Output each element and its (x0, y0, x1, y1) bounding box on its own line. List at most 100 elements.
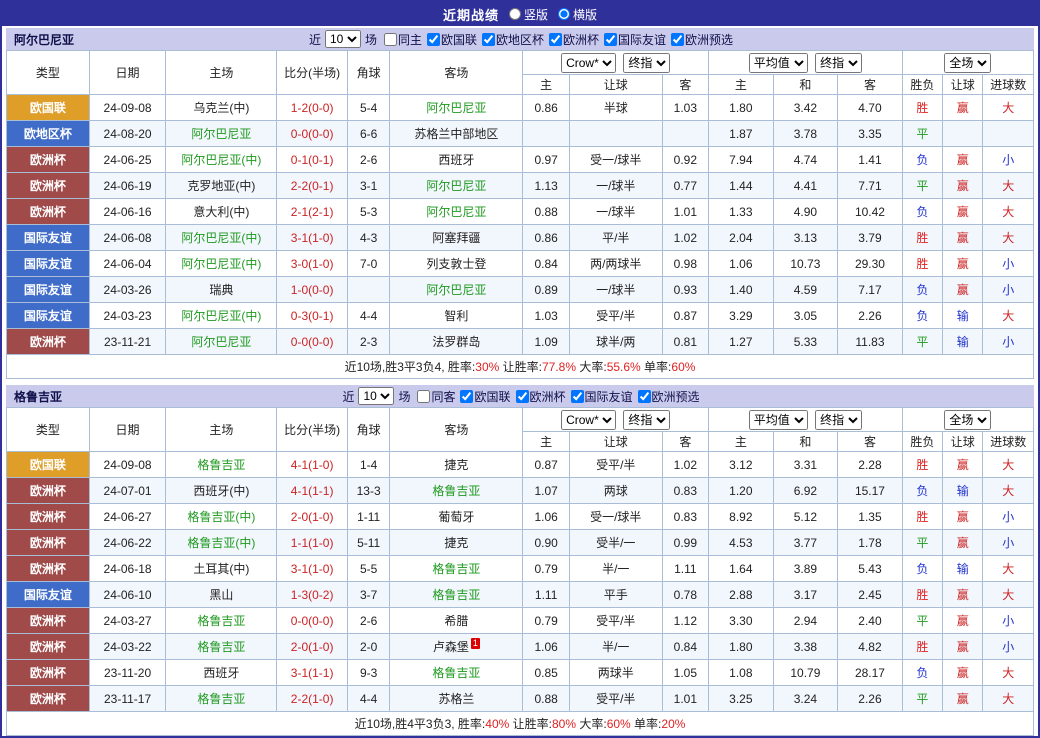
bookmaker-select-cell: Crow* 终指 (523, 51, 709, 75)
result-goals: 小 (983, 634, 1034, 660)
filter-competition-checkbox[interactable] (549, 33, 562, 46)
fulltime-select[interactable]: 全场 (944, 410, 991, 430)
matches-table: 类型 日期 主场 比分(半场) 角球 客场 Crow* 终指 平均值 终指 (6, 407, 1034, 736)
match-date: 24-06-18 (89, 556, 166, 582)
view-option-vertical[interactable]: 竖版 (509, 6, 548, 23)
filter-competition-checkbox[interactable] (516, 390, 529, 403)
odds-handicap (569, 121, 662, 147)
match-date: 24-03-27 (89, 608, 166, 634)
result-wdl: 胜 (902, 225, 942, 251)
competition-badge: 欧洲杯 (7, 147, 90, 173)
filter-competition-checkbox[interactable] (571, 390, 584, 403)
match-date: 24-09-08 (89, 452, 166, 478)
odds-handicap: 半球 (569, 95, 662, 121)
final-index-select-2[interactable]: 终指 (815, 410, 862, 430)
col-avg-home: 主 (709, 75, 774, 95)
odds-home: 0.79 (523, 556, 569, 582)
horizontal-radio[interactable] (558, 8, 570, 20)
col-odds-away: 客 (662, 432, 708, 452)
filter-competition-checkbox[interactable] (482, 33, 495, 46)
match-row: 国际友谊24-06-08阿尔巴尼亚(中)3-1(1-0)4-3阿塞拜疆0.86平… (7, 225, 1034, 251)
odds-home: 0.88 (523, 199, 569, 225)
match-date: 23-11-21 (89, 329, 166, 355)
filter-competition-checkbox[interactable] (604, 33, 617, 46)
summary-segment: 单率: (631, 717, 662, 731)
summary-segment: 近10场,胜3平3负4, 胜率: (345, 360, 476, 374)
competition-badge: 欧洲杯 (7, 329, 90, 355)
match-row: 欧洲杯24-06-18土耳其(中)3-1(1-0)5-5格鲁吉亚0.79半/一1… (7, 556, 1034, 582)
match-row: 欧洲杯23-11-20西班牙3-1(1-1)9-3格鲁吉亚0.85两球半1.05… (7, 660, 1034, 686)
away-team: 法罗群岛 (390, 329, 523, 355)
filter-competition[interactable]: 欧地区杯 (482, 31, 544, 48)
away-team: 捷克 (390, 452, 523, 478)
match-score: 1-3(0-2) (277, 582, 348, 608)
view-option-horizontal[interactable]: 横版 (558, 6, 597, 23)
competition-badge: 欧地区杯 (7, 121, 90, 147)
match-score: 1-0(0-0) (277, 277, 348, 303)
filter-competition[interactable]: 欧洲预选 (671, 31, 733, 48)
odds-handicap: 平手 (569, 582, 662, 608)
filter-competition[interactable]: 欧洲杯 (549, 31, 599, 48)
filter-competition-checkbox[interactable] (427, 33, 440, 46)
result-goals: 大 (983, 556, 1034, 582)
filter-competition[interactable]: 国际友谊 (604, 31, 666, 48)
competition-badge: 欧洲杯 (7, 173, 90, 199)
final-index-select-2[interactable]: 终指 (815, 53, 862, 73)
topbar: 近期战绩 竖版 横版 (2, 2, 1038, 26)
filter-competition[interactable]: 欧国联 (427, 31, 477, 48)
filter-competition[interactable]: 欧洲杯 (516, 388, 566, 405)
recent-count-select[interactable]: 10 (325, 30, 361, 48)
match-date: 24-06-27 (89, 504, 166, 530)
corner-score: 3-1 (347, 173, 389, 199)
odds-away: 0.83 (662, 504, 708, 530)
corner-score: 13-3 (347, 478, 389, 504)
result-wdl: 胜 (902, 251, 942, 277)
result-goals: 大 (983, 95, 1034, 121)
filter-same-venue[interactable]: 同客 (417, 388, 455, 405)
result-handicap: 赢 (943, 504, 983, 530)
filter-competition[interactable]: 国际友谊 (571, 388, 633, 405)
match-row: 欧洲杯23-11-21阿尔巴尼亚0-0(0-0)2-3法罗群岛1.09球半/两0… (7, 329, 1034, 355)
avg-home: 1.64 (709, 556, 774, 582)
filter-competition[interactable]: 欧国联 (460, 388, 510, 405)
match-score: 2-0(1-0) (277, 634, 348, 660)
away-team: 葡萄牙 (390, 504, 523, 530)
fulltime-select[interactable]: 全场 (944, 53, 991, 73)
home-team: 西班牙 (166, 660, 277, 686)
filter-competition-checkbox[interactable] (671, 33, 684, 46)
odds-away: 0.77 (662, 173, 708, 199)
filter-same-venue-label: 同客 (431, 388, 455, 405)
filter-competition-checkbox[interactable] (460, 390, 473, 403)
avg-draw: 3.78 (773, 121, 838, 147)
avg-away: 7.17 (838, 277, 903, 303)
result-wdl: 平 (902, 121, 942, 147)
final-index-select-1[interactable]: 终指 (623, 53, 670, 73)
filter-same-venue-checkbox[interactable] (384, 33, 397, 46)
filter-competition[interactable]: 欧洲预选 (638, 388, 700, 405)
avg-away: 4.70 (838, 95, 903, 121)
filter-competition-checkbox[interactable] (638, 390, 651, 403)
filter-same-venue-checkbox[interactable] (417, 390, 430, 403)
avg-away: 10.42 (838, 199, 903, 225)
competition-badge: 欧洲杯 (7, 556, 90, 582)
final-index-select-1[interactable]: 终指 (623, 410, 670, 430)
vertical-radio-label: 竖版 (524, 6, 548, 23)
average-select[interactable]: 平均值 (749, 410, 808, 430)
filter-competition-label: 国际友谊 (618, 31, 666, 48)
matches-table: 类型 日期 主场 比分(半场) 角球 客场 Crow* 终指 平均值 终指 (6, 50, 1034, 379)
competition-badge: 欧国联 (7, 95, 90, 121)
odds-away: 0.84 (662, 634, 708, 660)
away-team: 阿尔巴尼亚 (390, 199, 523, 225)
filter-same-venue[interactable]: 同主 (384, 31, 422, 48)
average-select[interactable]: 平均值 (749, 53, 808, 73)
match-date: 23-11-17 (89, 686, 166, 712)
avg-away: 28.17 (838, 660, 903, 686)
recent-count-select[interactable]: 10 (358, 387, 394, 405)
vertical-radio[interactable] (509, 8, 521, 20)
bookmaker-select[interactable]: Crow* (561, 410, 616, 430)
bookmaker-select[interactable]: Crow* (561, 53, 616, 73)
result-wdl: 负 (902, 478, 942, 504)
odds-away: 0.83 (662, 478, 708, 504)
fulltime-select-cell: 全场 (902, 408, 1033, 432)
avg-draw: 5.33 (773, 329, 838, 355)
